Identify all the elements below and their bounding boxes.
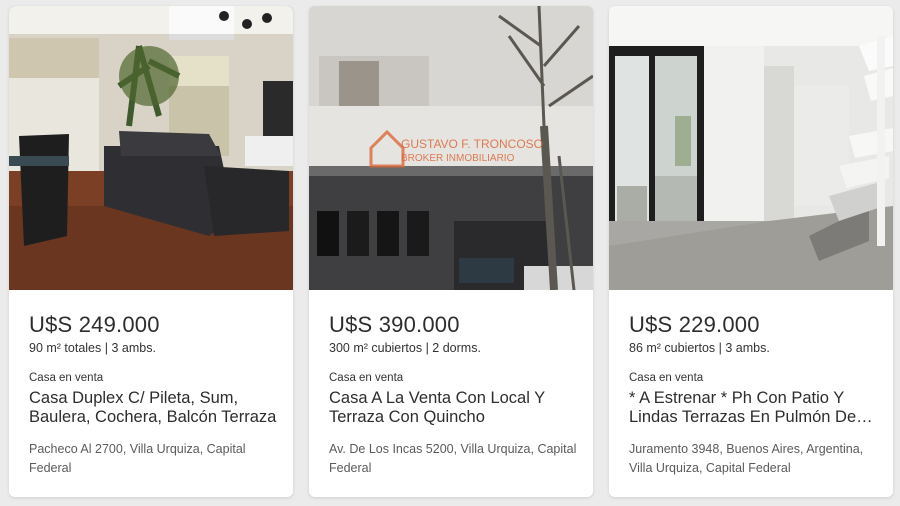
listing-type: Casa en venta (629, 372, 704, 384)
listing-price: U$S 390.000 (329, 312, 460, 337)
listing-photo-building-facade[interactable]: GUSTAVO F. TRONCOSO BROKER INMOBILIARIO (309, 6, 593, 290)
listing-title[interactable]: Casa Duplex C/ Pileta, Sum, Baulera, Coc… (29, 389, 277, 427)
watermark-role: BROKER INMOBILIARIO (401, 153, 515, 164)
listing-features: 300 m² cubiertos | 2 dorms. (329, 341, 481, 355)
listing-title[interactable]: * A Estrenar * Ph Con Patio Y Lindas Ter… (629, 389, 877, 427)
listing-card[interactable]: U$S 229.000 86 m² cubiertos | 3 ambs. Ca… (609, 6, 893, 497)
listing-title[interactable]: Casa A La Venta Con Local Y Terraza Con … (329, 389, 577, 427)
listing-address: Av. De Los Incas 5200, Villa Urquiza, Ca… (329, 442, 577, 475)
listing-price: U$S 249.000 (29, 312, 160, 337)
listing-features: 90 m² totales | 3 ambs. (29, 341, 156, 355)
listing-address: Juramento 3948, Buenos Aires, Argentina,… (629, 442, 864, 475)
listing-grid: U$S 249.000 90 m² totales | 3 ambs. Casa… (0, 0, 900, 506)
listing-card[interactable]: U$S 249.000 90 m² totales | 3 ambs. Casa… (9, 6, 293, 497)
listing-address: Pacheco Al 2700, Villa Urquiza, Capital … (29, 442, 246, 475)
listing-type: Casa en venta (29, 372, 104, 384)
listing-photo-interior-stairs[interactable] (609, 6, 893, 290)
listing-card[interactable]: GUSTAVO F. TRONCOSO BROKER INMOBILIARIO … (309, 6, 593, 497)
listing-price: U$S 229.000 (629, 312, 760, 337)
listing-type: Casa en venta (329, 372, 404, 384)
listing-photo-living-room[interactable] (9, 6, 293, 290)
listing-features: 86 m² cubiertos | 3 ambs. (629, 341, 770, 355)
watermark-name: GUSTAVO F. TRONCOSO (401, 137, 543, 151)
